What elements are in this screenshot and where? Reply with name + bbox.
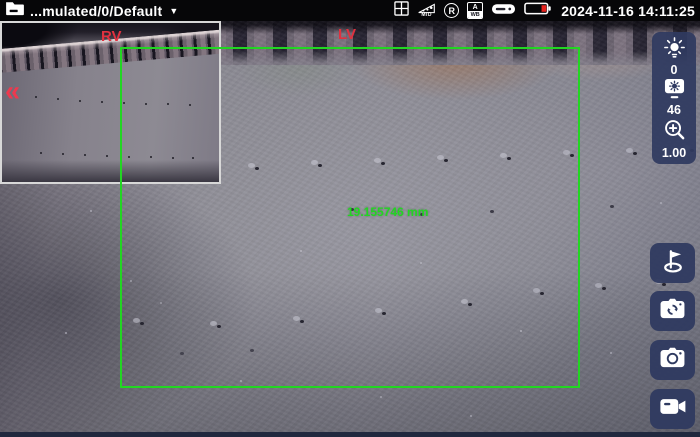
- mark-point-button[interactable]: [650, 243, 695, 283]
- awb-wb-label: WB: [468, 11, 482, 18]
- folder-path-label: ...mulated/0/Default: [30, 3, 162, 19]
- grid-menu-icon[interactable]: [394, 1, 409, 21]
- live-view-label: LV: [338, 26, 356, 43]
- zoom-value: 1.00: [662, 147, 686, 159]
- led-level-label: MID: [421, 13, 432, 18]
- led-brightness-value: 0: [671, 64, 678, 76]
- video-record-button[interactable]: [650, 389, 695, 429]
- app-screen: RV « LV 19.155746 mm 0: [0, 0, 700, 437]
- compare-capture-button[interactable]: [650, 291, 695, 331]
- bottom-edge-bar: [0, 432, 700, 437]
- camera-rotate-icon: [659, 297, 686, 325]
- usb-storage-icon: [491, 2, 516, 20]
- awb-auto-label: A: [468, 3, 482, 11]
- camera-icon: [659, 346, 686, 374]
- measurement-value: 19.155746 mm: [347, 205, 428, 219]
- pip-collapse-chevron[interactable]: «: [5, 79, 20, 102]
- led-level-indicator[interactable]: MID: [417, 3, 436, 18]
- pip-view-label: RV: [101, 28, 122, 45]
- battery-icon: [524, 2, 551, 20]
- top-status-bar: ...mulated/0/Default ▼ MID: [0, 0, 700, 21]
- datetime-display: 2024-11-16 14:11:25: [561, 3, 695, 19]
- screen-brightness-value: 46: [667, 104, 681, 116]
- folder-icon: [5, 0, 25, 21]
- record-mode-indicator[interactable]: R: [444, 3, 459, 18]
- auto-white-balance-indicator[interactable]: A WB: [467, 2, 483, 19]
- zoom-in-icon[interactable]: [663, 118, 686, 146]
- save-path-selector[interactable]: ...mulated/0/Default ▼: [5, 0, 178, 21]
- flag-marker-icon: [660, 248, 686, 279]
- screen-brightness-icon[interactable]: [663, 78, 686, 104]
- video-camera-icon: [659, 396, 687, 422]
- led-brightness-icon[interactable]: [664, 37, 685, 63]
- record-mode-label: R: [448, 6, 455, 16]
- dropdown-caret-icon: ▼: [169, 6, 178, 16]
- photo-capture-button[interactable]: [650, 340, 695, 380]
- adjustment-panel: 0 46 1.00: [652, 32, 696, 164]
- pip-surface-pits: [2, 23, 4, 25]
- status-icons: MID R A WB: [394, 1, 695, 21]
